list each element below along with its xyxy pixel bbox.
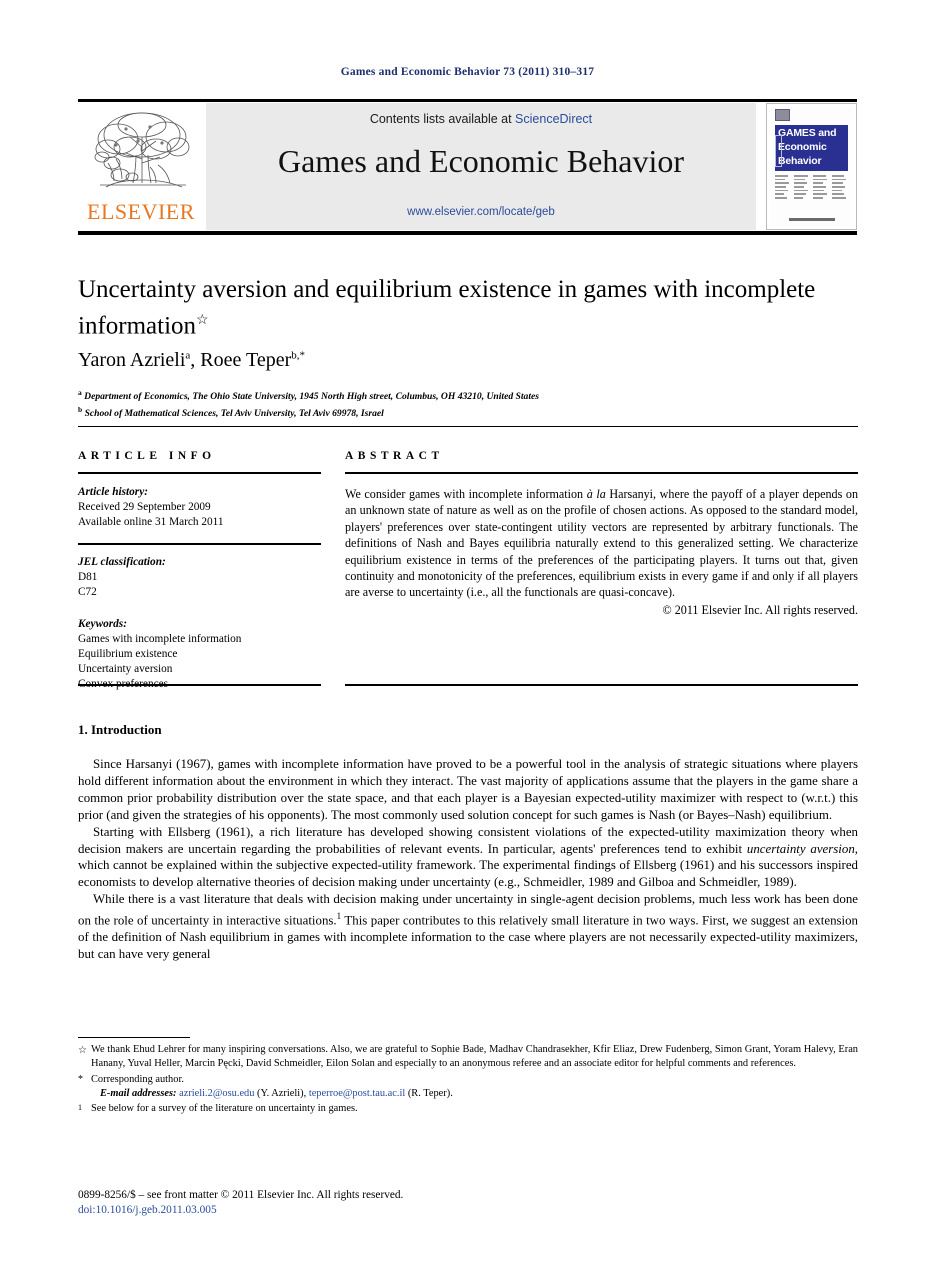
keyword-item: Equilibrium existence bbox=[78, 648, 178, 660]
cover-title-line2: Economic bbox=[778, 141, 827, 153]
abstract-italic-ala: à la bbox=[586, 487, 606, 501]
abstract-part-2: Harsanyi, where the payoff of a player d… bbox=[345, 487, 859, 600]
title-footnote-star[interactable]: ☆ bbox=[196, 313, 209, 328]
jel-divider-rule bbox=[78, 543, 321, 545]
abstract-bottom-rule bbox=[345, 684, 858, 686]
abstract-part-1: We consider games with incomplete inform… bbox=[345, 487, 587, 501]
paragraph-3: While there is a vast literature that de… bbox=[78, 891, 858, 963]
doi-link[interactable]: doi:10.1016/j.geb.2011.03.005 bbox=[78, 1203, 578, 1218]
footnote-1: 1 See below for a survey of the literatu… bbox=[78, 1102, 858, 1116]
email-owner-teper: (R. Teper). bbox=[405, 1087, 453, 1099]
affiliation-a-marker: a bbox=[78, 388, 82, 397]
corresponding-author-text: Corresponding author. bbox=[91, 1074, 184, 1086]
journal-url-link[interactable]: www.elsevier.com/locate/geb bbox=[206, 206, 756, 218]
footnote-star-marker: ☆ bbox=[78, 1045, 87, 1056]
footnote-1-text: See below for a survey of the literature… bbox=[91, 1103, 358, 1115]
paragraph-2-a: Starting with Ellsberg (1961), a rich li… bbox=[78, 824, 858, 856]
affiliation-b: b School of Mathematical Sciences, Tel A… bbox=[78, 403, 858, 420]
cover-title-line3: Behavior bbox=[778, 155, 822, 167]
cover-footer-bar bbox=[789, 218, 835, 221]
abstract-column: ABSTRACT We consider games with incomple… bbox=[345, 450, 858, 618]
affiliations: a Department of Economics, The Ohio Stat… bbox=[78, 386, 858, 420]
section-heading-introduction: 1. Introduction bbox=[78, 722, 162, 737]
abstract-text: We consider games with incomplete inform… bbox=[345, 486, 858, 601]
keywords-label: Keywords: bbox=[78, 618, 127, 630]
author-2-affil-marker: b,* bbox=[291, 349, 306, 362]
paragraph-1: Since Harsanyi (1967), games with incomp… bbox=[78, 757, 858, 822]
abstract-heading: ABSTRACT bbox=[345, 450, 444, 462]
jel-code: D81 bbox=[78, 571, 98, 583]
journal-title: Games and Economic Behavior bbox=[277, 143, 685, 179]
email-addresses-line: E-mail addresses: azrieli.2@osu.edu (Y. … bbox=[91, 1087, 858, 1101]
footnote-corresponding-author: * Corresponding author. E-mail addresses… bbox=[78, 1073, 858, 1100]
jel-code: C72 bbox=[78, 586, 97, 598]
cover-stamp-icon bbox=[775, 109, 790, 121]
introduction-body: Since Harsanyi (1967), games with incomp… bbox=[78, 756, 858, 963]
footnote-1-marker: 1 bbox=[78, 1103, 82, 1113]
affiliation-b-marker: b bbox=[78, 405, 83, 415]
cover-spine-decoration bbox=[775, 135, 782, 167]
footnote-asterisk-marker: * bbox=[78, 1074, 83, 1086]
jel-block: JEL classification: D81 C72 bbox=[78, 555, 321, 600]
cover-title-text: GAMES and Economic Behavior bbox=[778, 126, 848, 168]
email-addresses-label: E-mail addresses: bbox=[100, 1087, 177, 1099]
journal-cover-thumbnail[interactable]: GAMES and Economic Behavior bbox=[766, 103, 857, 230]
paragraph-2: Starting with Ellsberg (1961), a rich li… bbox=[78, 824, 858, 892]
email-owner-azrieli: (Y. Azrieli), bbox=[254, 1087, 307, 1099]
footnote-star-text: We thank Ehud Lehrer for many inspiring … bbox=[91, 1044, 858, 1069]
keyword-item: Games with incomplete information bbox=[78, 633, 242, 645]
article-info-rule bbox=[78, 472, 321, 474]
cover-title-line1: GAMES and bbox=[778, 127, 837, 139]
paper-page: Games and Economic Behavior 73 (2011) 31… bbox=[0, 0, 935, 1266]
article-title: Uncertainty aversion and equilibrium exi… bbox=[78, 274, 858, 341]
paragraph-2-italic: uncertainty aversion bbox=[746, 841, 855, 856]
abstract-rule bbox=[345, 472, 858, 474]
elsevier-wordmark: ELSEVIER bbox=[87, 199, 195, 224]
contents-prefix: Contents lists available at bbox=[369, 112, 516, 126]
footnote-acknowledgments: ☆ We thank Ehud Lehrer for many inspirin… bbox=[78, 1043, 858, 1070]
masthead-center-band: Contents lists available at ScienceDirec… bbox=[206, 103, 756, 230]
available-online-date: Available online 31 March 2011 bbox=[78, 516, 224, 528]
cover-title-box: GAMES and Economic Behavior bbox=[775, 125, 848, 171]
keywords-block: Keywords: Games with incomplete informat… bbox=[78, 617, 321, 692]
email-link-azrieli[interactable]: azrieli.2@osu.edu bbox=[179, 1088, 254, 1099]
contents-available-line: Contents lists available at ScienceDirec… bbox=[206, 112, 756, 126]
info-bottom-rule bbox=[78, 684, 321, 686]
author-2: , Roee Teper bbox=[190, 349, 292, 371]
elsevier-tree-icon bbox=[94, 112, 190, 188]
affiliation-a-text: Department of Economics, The Ohio State … bbox=[84, 391, 539, 403]
abstract-copyright: © 2011 Elsevier Inc. All rights reserved… bbox=[662, 602, 858, 617]
footnotes-block: ☆ We thank Ehud Lehrer for many inspirin… bbox=[78, 1043, 858, 1117]
issn-copyright-line: 0899-8256/$ – see front matter © 2011 El… bbox=[78, 1189, 404, 1201]
journal-masthead: ELSEVIER Contents lists available at Sci… bbox=[78, 99, 857, 236]
jel-label: JEL classification: bbox=[78, 556, 166, 568]
email-link-teper[interactable]: teperroe@post.tau.ac.il bbox=[309, 1088, 405, 1099]
columns-top-rule bbox=[78, 426, 858, 427]
article-info-heading: ARTICLE INFO bbox=[78, 450, 216, 462]
cover-inner: GAMES and Economic Behavior bbox=[771, 107, 852, 226]
masthead-top-rule bbox=[78, 99, 857, 102]
elsevier-logo: ELSEVIER bbox=[78, 103, 204, 230]
running-head: Games and Economic Behavior 73 (2011) 31… bbox=[340, 66, 595, 78]
author-list: Yaron Azrielia, Roee Teperb,* bbox=[78, 349, 858, 372]
article-history-block: Article history: Received 29 September 2… bbox=[78, 485, 321, 530]
author-1: Yaron Azrieli bbox=[78, 349, 186, 371]
article-info-column: ARTICLE INFO Article history: Received 2… bbox=[78, 450, 321, 692]
footnote-separator-rule bbox=[78, 1037, 190, 1038]
affiliation-a: a Department of Economics, The Ohio Stat… bbox=[78, 386, 858, 403]
article-history-label: Article history: bbox=[78, 486, 148, 498]
keyword-item: Uncertainty aversion bbox=[78, 663, 173, 675]
article-title-text: Uncertainty aversion and equilibrium exi… bbox=[78, 276, 816, 340]
affiliation-b-text: School of Mathematical Sciences, Tel Avi… bbox=[84, 408, 384, 420]
imprint-block: 0899-8256/$ – see front matter © 2011 El… bbox=[78, 1188, 578, 1218]
sciencedirect-link[interactable]: ScienceDirect bbox=[515, 112, 592, 126]
cover-contents-lines bbox=[775, 175, 848, 215]
received-date: Received 29 September 2009 bbox=[78, 501, 211, 513]
masthead-bottom-rule bbox=[78, 231, 857, 235]
